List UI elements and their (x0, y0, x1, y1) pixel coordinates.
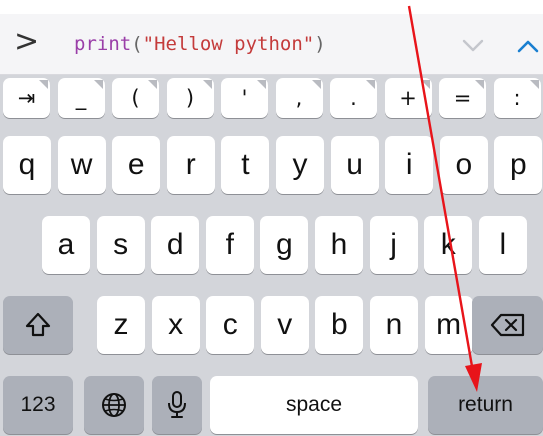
key-k[interactable]: k (424, 216, 473, 274)
return-key[interactable]: return (428, 376, 543, 434)
long-press-corner (311, 80, 321, 89)
backspace-key[interactable] (472, 296, 543, 354)
underscore-key[interactable]: _ (57, 78, 105, 118)
key-v[interactable]: v (260, 296, 309, 354)
microphone-key[interactable] (152, 376, 202, 434)
key-b[interactable]: b (315, 296, 364, 354)
colon-key[interactable]: : (493, 78, 541, 118)
key-w[interactable]: w (57, 136, 106, 194)
key-p[interactable]: p (494, 136, 543, 194)
key-h[interactable]: h (315, 216, 363, 274)
key-s[interactable]: s (96, 216, 145, 274)
equals-key[interactable]: = (439, 78, 486, 118)
key-m[interactable]: m (424, 296, 473, 354)
prompt-chevron: > (14, 24, 40, 59)
long-press-corner (93, 80, 103, 89)
chevron-up-icon[interactable] (515, 38, 541, 54)
input-bar[interactable]: > print("Hellow python") (0, 14, 543, 75)
key-e[interactable]: e (112, 136, 161, 194)
key-j[interactable]: j (369, 216, 418, 274)
long-press-corner (420, 80, 430, 89)
header-strip (0, 0, 543, 14)
long-press-corner (202, 80, 212, 89)
key-c[interactable]: c (206, 296, 255, 354)
code-close-paren: ) (314, 33, 326, 55)
key-i[interactable]: i (385, 136, 434, 194)
tab-key[interactable]: ⇥ (3, 78, 50, 118)
key-l[interactable]: l (478, 216, 527, 274)
close-paren-key[interactable]: ) (166, 78, 214, 118)
app-window: > print("Hellow python") ⇥ _() ',. + =: qwer… (0, 0, 543, 436)
key-x[interactable]: x (151, 296, 200, 354)
key-u[interactable]: u (330, 136, 379, 194)
key-n[interactable]: n (370, 296, 418, 354)
long-press-corner (529, 80, 539, 89)
shift-icon (25, 312, 51, 337)
code-function: print (74, 33, 132, 55)
code-input[interactable]: print("Hellow python") (74, 32, 326, 56)
long-press-corner (475, 80, 484, 89)
quote-key[interactable]: ' (221, 78, 268, 118)
long-press-corner (366, 80, 375, 89)
key-d[interactable]: d (151, 216, 200, 274)
key-a[interactable]: a (42, 216, 90, 274)
long-press-corner (148, 80, 157, 89)
space-key[interactable]: space (210, 376, 418, 434)
open-paren-key[interactable]: ( (112, 78, 159, 118)
key-f[interactable]: f (205, 216, 254, 274)
backspace-icon (490, 313, 524, 337)
keyboard: ⇥ _() ',. + =: qwertyuiop asdfghjkl zxcvbnm … (0, 75, 543, 436)
shift-key[interactable] (3, 296, 73, 354)
key-q[interactable]: q (3, 136, 51, 194)
code-string: "Hellow python" (142, 33, 315, 55)
globe-key[interactable] (84, 376, 144, 434)
microphone-icon (168, 391, 186, 418)
plus-key[interactable]: + (384, 78, 432, 118)
period-key[interactable]: . (330, 78, 377, 118)
comma-key[interactable]: , (275, 78, 323, 118)
key-y[interactable]: y (276, 136, 324, 194)
long-press-corner (39, 80, 48, 89)
key-z[interactable]: z (97, 296, 145, 354)
code-open-paren: ( (131, 33, 143, 55)
key-r[interactable]: r (166, 136, 215, 194)
chevron-down-icon[interactable] (460, 38, 486, 54)
globe-icon (102, 393, 126, 417)
key-g[interactable]: g (260, 216, 309, 274)
long-press-corner (257, 80, 266, 89)
key-t[interactable]: t (221, 136, 270, 194)
numbers-key[interactable]: 123 (3, 376, 73, 434)
key-o[interactable]: o (439, 136, 488, 194)
